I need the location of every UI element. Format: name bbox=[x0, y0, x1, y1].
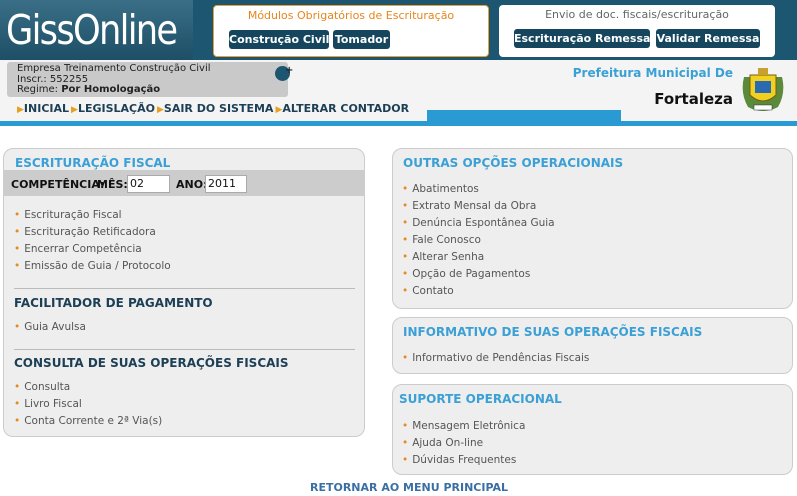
city-name: Fortaleza bbox=[654, 90, 733, 108]
regime-value: Por Homologação bbox=[61, 84, 161, 95]
modules-title: Módulos Obrigatórios de Escrituração bbox=[247, 9, 455, 22]
link-contato[interactable]: Contato bbox=[402, 285, 454, 297]
arrow-icon: ▶ bbox=[156, 105, 164, 115]
company-info: Empresa Treinamento Construção Civil Ins… bbox=[7, 62, 293, 97]
link-escrituracao-retificadora[interactable]: Escrituração Retificadora bbox=[14, 226, 156, 238]
nav-legislacao[interactable]: LEGISLAÇÃO bbox=[78, 102, 155, 115]
construcao-civil-button[interactable]: Construção Civil bbox=[229, 30, 329, 49]
escrituracao-title: ESCRITURAÇÃO FISCAL bbox=[15, 156, 171, 170]
link-alterar-senha[interactable]: Alterar Senha bbox=[402, 251, 484, 263]
link-emissao-guia[interactable]: Emissão de Guia / Protocolo bbox=[14, 260, 170, 272]
tomador-button[interactable]: Tomador bbox=[333, 30, 390, 49]
mes-label: MÊS: bbox=[97, 178, 128, 191]
top-header: GissOnline Módulos Obrigatórios de Escri… bbox=[0, 0, 797, 60]
outras-title: OUTRAS OPÇÕES OPERACIONAIS bbox=[403, 156, 624, 170]
nav-alterar-contador[interactable]: ALTERAR CONTADOR bbox=[282, 102, 409, 115]
modules-box: Módulos Obrigatórios de Escrituração Con… bbox=[213, 5, 489, 57]
arrow-icon: ▶ bbox=[17, 105, 24, 115]
facilitador-title: FACILITADOR DE PAGAMENTO bbox=[14, 296, 213, 310]
link-conta-corrente[interactable]: Conta Corrente e 2ª Via(s) bbox=[14, 415, 162, 427]
link-encerrar-competencia[interactable]: Encerrar Competência bbox=[14, 243, 142, 255]
link-pendencias-fiscais[interactable]: Informativo de Pendências Fiscais bbox=[402, 352, 589, 364]
link-ajuda-online[interactable]: Ajuda On-line bbox=[402, 437, 483, 449]
link-escrituracao-fiscal[interactable]: Escrituração Fiscal bbox=[14, 209, 121, 221]
link-opcao-pagamentos[interactable]: Opção de Pagamentos bbox=[402, 268, 530, 280]
page: GissOnline Módulos Obrigatórios de Escri… bbox=[0, 0, 797, 496]
nav-inicial[interactable]: INICIAL bbox=[24, 102, 69, 115]
divider bbox=[14, 288, 355, 289]
validar-remessa-button[interactable]: Validar Remessa bbox=[656, 29, 760, 48]
main-nav: ▶INICIAL ▶LEGISLAÇÃO ▶SAIR DO SISTEMA ▶ALTE… bbox=[17, 102, 411, 116]
blue-divider bbox=[0, 121, 797, 126]
suporte-title: SUPORTE OPERACIONAL bbox=[399, 392, 562, 406]
link-consulta[interactable]: Consulta bbox=[14, 381, 70, 393]
nav-sair[interactable]: SAIR DO SISTEMA bbox=[164, 102, 274, 115]
informativo-title: INFORMATIVO DE SUAS OPERAÇÕES FISCAIS bbox=[403, 325, 703, 339]
company-regime: Regime: Por Homologação bbox=[17, 84, 161, 95]
arrow-icon: ▶ bbox=[71, 105, 78, 115]
envio-title: Envio de doc. fiscais/escrituração bbox=[545, 8, 729, 21]
ano-input[interactable]: 2011 bbox=[205, 175, 247, 193]
plus-icon[interactable]: + bbox=[275, 65, 293, 81]
escrituracao-remessa-button[interactable]: Escrituração Remessa bbox=[514, 29, 650, 48]
envio-box: Envio de doc. fiscais/escrituração Escri… bbox=[499, 5, 775, 57]
mes-input[interactable]: 02 bbox=[127, 175, 170, 193]
divider bbox=[14, 349, 355, 350]
link-livro-fiscal[interactable]: Livro Fiscal bbox=[14, 398, 82, 410]
logo-text: GissOnline bbox=[6, 6, 178, 54]
retornar-menu-link[interactable]: RETORNAR AO MENU PRINCIPAL bbox=[310, 481, 508, 494]
logo[interactable]: GissOnline bbox=[0, 0, 193, 60]
ano-label: ANO: bbox=[176, 178, 208, 191]
link-abatimentos[interactable]: Abatimentos bbox=[402, 183, 479, 195]
competencia-label: COMPETÊNCIA: bbox=[11, 178, 105, 191]
company-name: Empresa Treinamento Construção Civil bbox=[17, 63, 211, 74]
consulta-title: CONSULTA DE SUAS OPERAÇÕES FISCAIS bbox=[14, 356, 289, 370]
prefeitura-label: Prefeitura Municipal De bbox=[572, 66, 733, 80]
link-duvidas-frequentes[interactable]: Dúvidas Frequentes bbox=[402, 454, 516, 466]
link-mensagem-eletronica[interactable]: Mensagem Eletrônica bbox=[402, 420, 525, 432]
link-extrato-mensal[interactable]: Extrato Mensal da Obra bbox=[402, 200, 536, 212]
link-denuncia-espontanea[interactable]: Denúncia Espontânea Guia bbox=[402, 217, 554, 229]
link-fale-conosco[interactable]: Fale Conosco bbox=[402, 234, 481, 246]
link-guia-avulsa[interactable]: Guia Avulsa bbox=[14, 321, 86, 333]
city-crest-icon bbox=[742, 68, 784, 111]
